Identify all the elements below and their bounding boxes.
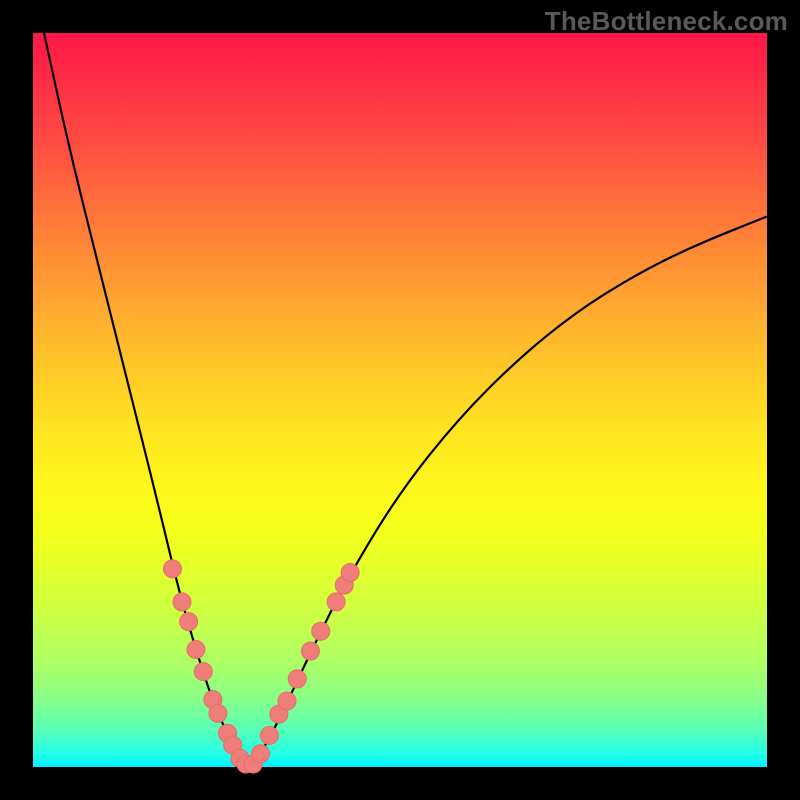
highlight-point (163, 560, 181, 578)
highlight-point (187, 641, 205, 659)
highlight-point (173, 593, 191, 611)
highlight-point (301, 642, 319, 660)
highlight-point (180, 613, 198, 631)
watermark-label: TheBottleneck.com (545, 6, 788, 37)
highlight-point (341, 563, 359, 581)
highlight-point (194, 663, 212, 681)
highlight-point (288, 670, 306, 688)
highlight-markers (163, 560, 359, 773)
right-curve (250, 217, 767, 768)
highlight-point (312, 622, 330, 640)
highlight-point (209, 704, 227, 722)
highlight-point (252, 745, 270, 763)
highlight-point (327, 593, 345, 611)
highlight-point (278, 692, 296, 710)
highlight-point (260, 726, 278, 744)
left-curve (44, 33, 250, 767)
curve-layer (44, 33, 767, 767)
chart-frame: TheBottleneck.com (0, 0, 800, 800)
chart-svg (33, 33, 767, 767)
